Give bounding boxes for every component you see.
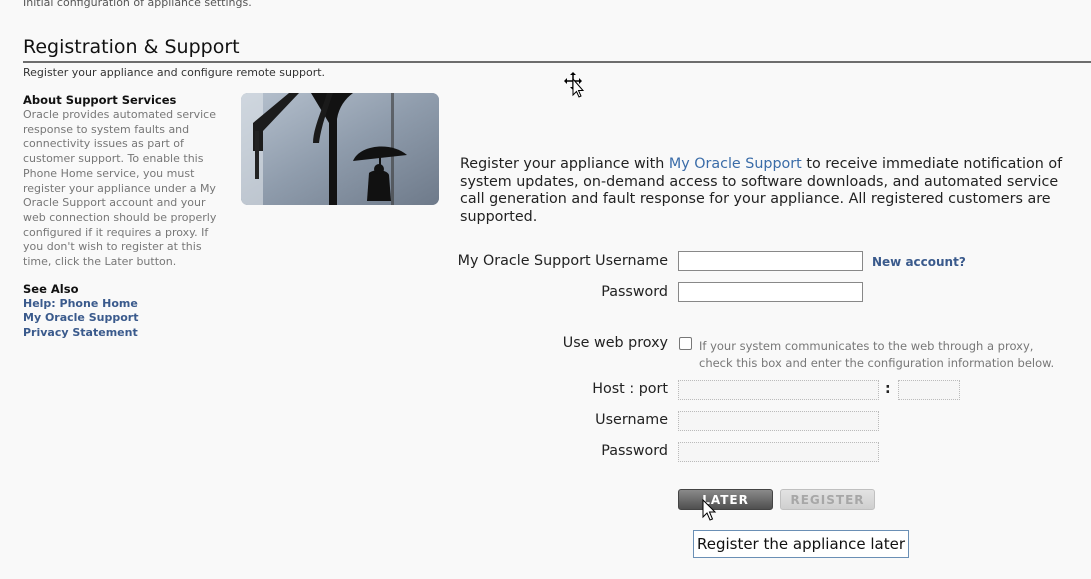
support-illustration (241, 93, 439, 205)
register-button[interactable]: REGISTER (780, 489, 875, 510)
my-oracle-support-link[interactable]: My Oracle Support (23, 311, 228, 326)
page-title: Registration & Support (23, 36, 240, 58)
sidebar: About Support Services Oracle provides a… (23, 93, 228, 340)
arrow-cursor-icon (702, 499, 717, 521)
mos-username-label: My Oracle Support Username (457, 253, 668, 269)
later-tooltip: Register the appliance later (693, 530, 909, 558)
new-account-link[interactable]: New account? (872, 255, 966, 269)
about-heading: About Support Services (23, 93, 177, 107)
umbrella-silhouette-image (241, 93, 439, 205)
mos-username-input[interactable] (678, 251, 863, 271)
help-phone-home-link[interactable]: Help: Phone Home (23, 297, 228, 312)
host-port-label: Host : port (592, 381, 668, 397)
move-cursor-icon (564, 72, 585, 98)
intro-paragraph: Register your appliance with My Oracle S… (460, 156, 1080, 226)
page-description: Initial configuration of appliance setti… (23, 0, 252, 9)
about-text: Oracle provides automated service respon… (23, 108, 217, 269)
proxy-port-input[interactable] (898, 380, 960, 400)
mos-password-input[interactable] (678, 282, 863, 302)
title-divider (23, 61, 1091, 63)
proxy-password-label: Password (601, 443, 668, 459)
intro-my-oracle-support-link[interactable]: My Oracle Support (669, 156, 802, 172)
privacy-statement-link[interactable]: Privacy Statement (23, 326, 228, 341)
proxy-host-input[interactable] (678, 380, 879, 400)
use-web-proxy-checkbox[interactable] (679, 337, 692, 350)
proxy-username-label: Username (595, 412, 668, 428)
later-button[interactable]: LATER (678, 489, 773, 510)
see-also-heading: See Also (23, 281, 79, 296)
proxy-username-input[interactable] (678, 411, 879, 431)
mos-password-label: Password (601, 284, 668, 300)
proxy-password-input[interactable] (678, 442, 879, 462)
proxy-help-text: If your system communicates to the web t… (699, 339, 1055, 370)
use-web-proxy-label: Use web proxy (562, 335, 668, 351)
intro-text-start: Register your appliance with (460, 156, 669, 172)
host-port-separator: : (885, 381, 891, 397)
page-subtitle: Register your appliance and configure re… (23, 66, 326, 79)
